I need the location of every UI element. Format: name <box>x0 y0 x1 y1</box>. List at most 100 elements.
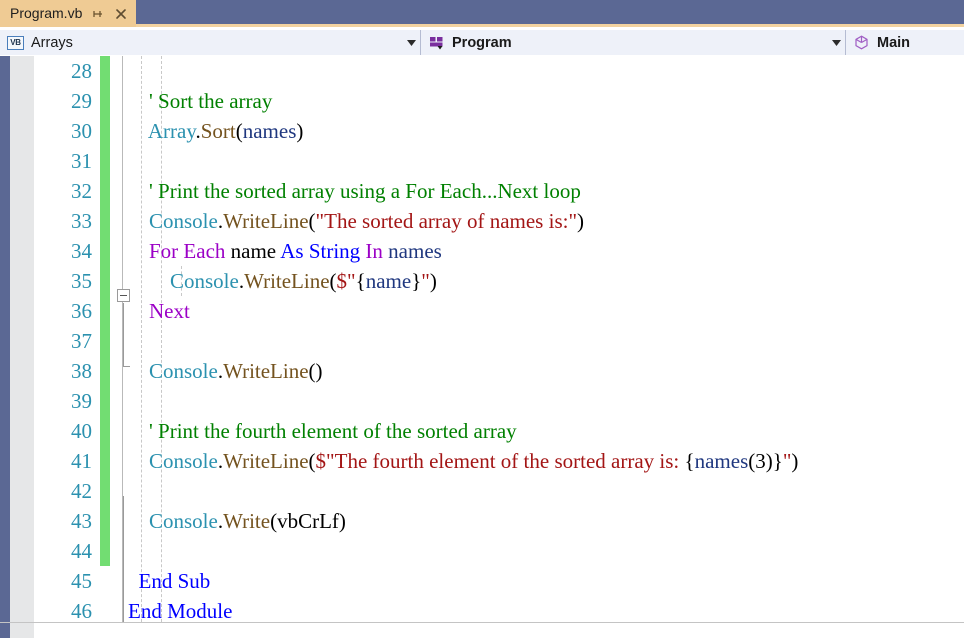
identifier-token: names <box>388 239 442 263</box>
change-tracking-bar <box>100 56 110 566</box>
punctuation: ) <box>338 509 346 533</box>
method-icon <box>853 34 870 51</box>
keyword-token: As String <box>280 239 361 263</box>
code-line[interactable]: Console.WriteLine("The sorted array of n… <box>128 206 964 236</box>
code-line[interactable]: Console.WriteLine($"The fourth element o… <box>128 446 964 476</box>
window-edge-strip-bottom <box>0 623 10 638</box>
close-icon[interactable] <box>114 7 128 21</box>
keyword-token: For Each <box>149 239 226 263</box>
line-number: 42 <box>71 479 92 503</box>
line-number: 40 <box>71 419 92 443</box>
code-line[interactable]: For Each name As String In names <box>128 236 964 266</box>
comment-token: ' Print the fourth element of the sorted… <box>149 419 517 443</box>
line-number: 33 <box>71 209 92 233</box>
punctuation: { <box>355 269 366 293</box>
pin-icon[interactable] <box>91 7 105 21</box>
project-dropdown[interactable]: VB Arrays <box>0 30 421 55</box>
method-token: WriteLine <box>244 269 330 293</box>
code-editor-surface[interactable]: 28 29 30 31 32 33 34 35 36 37 38 39 40 4… <box>0 56 964 622</box>
code-line[interactable] <box>128 146 964 176</box>
code-line[interactable]: Console.WriteLine($"{name}") <box>128 266 964 296</box>
editor-bottom-fill <box>0 623 964 638</box>
line-number: 35 <box>71 269 92 293</box>
document-tab-strip: Program.vb <box>0 0 964 27</box>
code-line[interactable] <box>128 476 964 506</box>
method-token: WriteLine <box>223 449 309 473</box>
line-number: 31 <box>71 149 92 173</box>
class-token: Console <box>149 449 218 473</box>
breakpoint-indicator-margin[interactable] <box>10 56 34 622</box>
punctuation: (3)} <box>748 449 783 473</box>
method-token: WriteLine <box>223 359 309 383</box>
line-number: 44 <box>71 539 92 563</box>
punctuation: } <box>411 269 422 293</box>
line-number: 45 <box>71 569 92 593</box>
document-tab-label: Program.vb <box>10 5 83 21</box>
punctuation: ) <box>296 119 304 143</box>
punctuation: ( <box>235 119 243 143</box>
line-number: 41 <box>71 449 92 473</box>
method-token: Write <box>223 509 271 533</box>
keyword-token: Next <box>149 299 190 323</box>
line-number: 43 <box>71 509 92 533</box>
member-dropdown-label: Main <box>877 34 911 51</box>
code-line[interactable]: Array.Sort(names) <box>128 116 964 146</box>
line-number: 36 <box>71 299 92 323</box>
identifier-token: name <box>365 269 412 293</box>
code-line[interactable]: ' Print the sorted array using a For Eac… <box>128 176 964 206</box>
identifier-token: names <box>242 119 297 143</box>
document-tab-program-vb[interactable]: Program.vb <box>0 0 137 27</box>
module-icon <box>428 34 445 51</box>
identifier-token: names <box>694 449 749 473</box>
type-dropdown[interactable]: Program <box>421 30 846 55</box>
line-number-gutter: 28 29 30 31 32 33 34 35 36 37 38 39 40 4… <box>34 56 100 622</box>
class-token: Console <box>149 509 218 533</box>
comment-token: ' Sort the array <box>149 89 273 113</box>
project-dropdown-label: Arrays <box>31 34 73 51</box>
code-line[interactable]: End Module <box>128 596 964 622</box>
outlining-region-line <box>123 303 124 366</box>
punctuation: () <box>308 359 323 383</box>
line-number: 30 <box>71 119 92 143</box>
punctuation: ( <box>270 509 278 533</box>
class-token: Console <box>149 209 218 233</box>
chevron-down-icon[interactable] <box>827 30 845 55</box>
code-line[interactable] <box>128 536 964 566</box>
line-number: 29 <box>71 89 92 113</box>
punctuation: ( <box>329 269 337 293</box>
method-token: Sort <box>200 119 236 143</box>
string-token: $"The fourth element of the sorted array… <box>315 449 685 473</box>
class-token: Console <box>149 359 218 383</box>
code-lines: ' Sort the array Array.Sort(names) ' Pri… <box>128 56 964 622</box>
comment-token: ' Print the sorted array using a For Eac… <box>149 179 581 203</box>
member-dropdown[interactable]: Main <box>846 30 964 55</box>
code-line[interactable]: ' Print the fourth element of the sorted… <box>128 416 964 446</box>
keyword-token: In <box>365 239 383 263</box>
visual-studio-editor-window: Program.vb VB Arrays Program Main 28 29 … <box>0 0 964 638</box>
line-number: 46 <box>71 599 92 622</box>
line-number: 38 <box>71 359 92 383</box>
code-line[interactable]: Console.WriteLine() <box>128 356 964 386</box>
code-line[interactable]: End Sub <box>128 566 964 596</box>
code-text-area[interactable]: ' Sort the array Array.Sort(names) ' Pri… <box>128 56 964 622</box>
string-token: $" <box>336 269 356 293</box>
window-edge-strip <box>0 56 10 622</box>
chevron-down-icon[interactable] <box>402 30 420 55</box>
code-line[interactable]: Console.Write(vbCrLf) <box>128 506 964 536</box>
code-line[interactable]: ' Sort the array <box>128 86 964 116</box>
line-number: 39 <box>71 389 92 413</box>
code-line[interactable]: Next <box>128 296 964 326</box>
code-line[interactable] <box>128 386 964 416</box>
code-line[interactable] <box>128 56 964 86</box>
punctuation: ) <box>577 209 585 233</box>
code-line[interactable] <box>128 326 964 356</box>
punctuation: ) <box>791 449 799 473</box>
punctuation: { <box>684 449 695 473</box>
